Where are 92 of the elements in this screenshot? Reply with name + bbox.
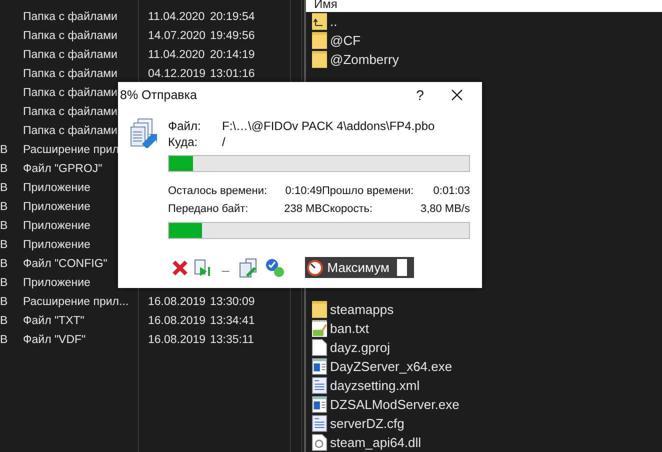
file-icon	[312, 339, 327, 356]
column-header[interactable]: Имя	[306, 0, 662, 12]
file-type: Файл "VDF"	[23, 334, 86, 346]
document-icon	[312, 415, 327, 432]
folder-icon	[312, 301, 327, 318]
parent-folder-icon	[312, 13, 327, 30]
file-type: Приложение	[23, 238, 90, 251]
file-time: 13:35:11	[210, 332, 254, 348]
field-label: Куда:	[168, 135, 198, 149]
file-date: 16.08.2019	[148, 334, 206, 346]
help-button[interactable]: ?	[408, 84, 432, 106]
file-type: Расширение прил	[23, 144, 119, 156]
file-size: B	[0, 296, 8, 308]
file-name[interactable]: @Zomberry	[330, 50, 399, 70]
file-type: Приложение	[23, 220, 90, 232]
file-type: Папка с файлами	[23, 30, 118, 42]
file-name[interactable]: ..	[330, 12, 338, 32]
file-name[interactable]: DayZServer_x64.exe	[330, 356, 452, 376]
stat-label: Осталось времени:	[168, 184, 268, 199]
background-copy-icon	[239, 258, 260, 278]
file-date: 11.04.2020	[148, 48, 205, 61]
file-time: 19:49:56	[210, 28, 255, 44]
check-icon	[265, 258, 286, 278]
field-label: Файл:	[168, 119, 201, 133]
file-type: Файл "GPROJ"	[23, 162, 102, 175]
file-size: B	[0, 200, 8, 213]
file-size: B	[0, 238, 8, 251]
file-name[interactable]: @CF	[330, 30, 361, 50]
check-button[interactable]	[265, 258, 286, 278]
file-type: Папка с файлами	[23, 106, 118, 118]
file-type: Приложение	[23, 182, 90, 194]
skip-file-icon	[194, 258, 212, 276]
file-path: F:\…\@FIDOv PACK 4\addons\FP4.pbo	[222, 118, 435, 135]
file-time: 13:34:41	[210, 314, 255, 329]
file-time: 20:14:19	[210, 48, 255, 63]
file-name[interactable]: ban.txt	[330, 318, 370, 338]
file-size: B	[0, 144, 8, 156]
file-size: B	[0, 182, 8, 194]
file-time: 20:19:54	[210, 10, 255, 25]
file-size: B	[0, 220, 8, 232]
stat-label: Скорость:	[322, 202, 374, 216]
file-date: 14.07.2020	[148, 30, 206, 42]
file-date: 16.08.2019	[148, 296, 206, 308]
file-size: B	[0, 258, 8, 270]
file-type: Папка с файлами	[23, 86, 118, 99]
stat-value: 0:10:49	[285, 185, 322, 197]
file-type: Папка с файлами	[23, 10, 118, 23]
cancel-button[interactable]	[172, 260, 188, 276]
cancel-icon	[172, 260, 188, 276]
file-time: 13:30:09	[210, 294, 255, 310]
file-name[interactable]: steam_api64.dll	[330, 432, 422, 452]
file-type: Файл "CONFIG"	[23, 258, 108, 270]
dialog-title: 8% Отправка	[120, 86, 197, 104]
file-type: Файл "TXT"	[23, 314, 84, 327]
file-name[interactable]: dayz.gproj	[330, 338, 390, 358]
stat-value: 3,80 MB/s	[420, 202, 470, 214]
file-type: Папка с файлами	[23, 48, 118, 61]
background-copy-button[interactable]	[239, 258, 260, 278]
file-type: Папка с файлами	[23, 68, 118, 80]
minimize-button[interactable]: _	[218, 259, 234, 272]
file-type: Приложение	[23, 276, 90, 289]
file-name[interactable]: serverDZ.cfg	[330, 414, 404, 434]
application-icon	[312, 396, 327, 413]
document-icon	[312, 377, 327, 394]
speedometer-icon	[307, 260, 324, 276]
stat-value: 0:01:03	[433, 185, 470, 197]
stat-label: Передано байт:	[168, 202, 250, 216]
file-size: B	[0, 276, 8, 289]
stat-label: Прошло времени:	[322, 184, 415, 199]
close-icon	[451, 89, 463, 101]
folder-icon	[312, 32, 327, 49]
folder-icon	[312, 51, 327, 68]
file-size: B	[0, 314, 8, 327]
file-date: 04.12.2019	[148, 68, 206, 80]
file-time: 13:01:16	[210, 66, 255, 82]
speed-dropdown[interactable]: Максимум	[305, 257, 414, 278]
file-date: 11.04.2020	[148, 10, 205, 23]
notepad-icon	[312, 320, 327, 337]
file-type: Приложение	[23, 200, 90, 213]
file-size: B	[0, 162, 8, 175]
file-date: 16.08.2019	[148, 314, 206, 327]
application-icon	[312, 358, 327, 375]
skip-file-button[interactable]	[194, 258, 212, 276]
stat-value: 238 MB	[284, 202, 322, 214]
file-type: Папка с файлами	[23, 124, 118, 137]
target-path: /	[222, 134, 226, 151]
file-name[interactable]: steamapps	[330, 300, 394, 320]
copy-files-icon	[130, 118, 158, 148]
file-size: B	[0, 334, 8, 346]
file-type: Расширение прил...	[23, 296, 129, 308]
file-name[interactable]: dayzsetting.xml	[330, 376, 420, 396]
file-name[interactable]: DZSALModServer.exe	[330, 394, 460, 414]
